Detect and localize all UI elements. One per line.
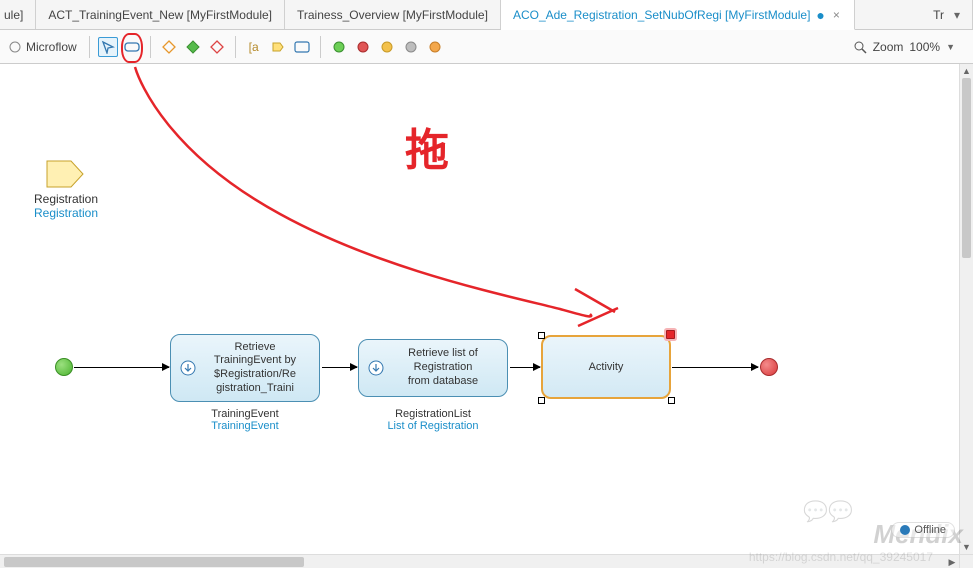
selection-handle[interactable] — [668, 397, 675, 404]
tab-label: Trainess_Overview [MyFirstModule] — [297, 8, 488, 22]
tab-partial-left[interactable]: ule] — [0, 0, 36, 29]
decision-orange-icon[interactable] — [159, 37, 179, 57]
start-event-icon[interactable] — [329, 37, 349, 57]
zoom-label: Zoom — [873, 40, 904, 54]
end-event[interactable] — [760, 358, 778, 376]
status-pill: Offline — [891, 522, 955, 538]
retrieve-icon — [367, 359, 385, 377]
select-tool-icon[interactable] — [98, 37, 118, 57]
flow-arrow[interactable] — [510, 367, 540, 368]
parameter-name: Registration — [20, 192, 112, 206]
retrieve-registrationlist-activity[interactable]: Retrieve list of Registration from datab… — [358, 339, 508, 397]
selection-handle-error[interactable] — [666, 330, 675, 339]
zoom-control[interactable]: Zoom 100% ▼ — [853, 40, 969, 54]
activity-text: Registration — [389, 361, 497, 375]
activity-text: Retrieve list of — [389, 347, 497, 361]
decision-red-icon[interactable] — [207, 37, 227, 57]
activity-text: $Registration/Re — [201, 368, 309, 382]
output-name: RegistrationList — [358, 404, 508, 420]
decision-green-icon[interactable] — [183, 37, 203, 57]
parameter-tool-icon[interactable] — [268, 37, 288, 57]
error-event-icon[interactable] — [377, 37, 397, 57]
wechat-icon: 💬💬 — [803, 499, 853, 524]
modified-dot-icon: ● — [816, 7, 824, 23]
flow-arrow[interactable] — [74, 367, 169, 368]
activity-output-labels: TrainingEvent TrainingEvent — [170, 404, 320, 432]
scrollbar-corner — [959, 554, 973, 568]
flow-arrow[interactable] — [672, 367, 758, 368]
parameter-shape[interactable] — [45, 159, 85, 189]
tab-act-trainingevent[interactable]: ACT_TrainingEvent_New [MyFirstModule] — [36, 0, 285, 29]
annotation-tool-icon[interactable]: [a — [244, 37, 264, 57]
vertical-scrollbar[interactable]: ▲ ▼ — [959, 64, 973, 554]
zoom-value: 100% — [909, 40, 940, 54]
tab-partial-right[interactable]: Tr ▾ — [855, 0, 973, 29]
separator — [320, 36, 321, 58]
end-event-icon[interactable] — [353, 37, 373, 57]
chevron-down-icon[interactable]: ▾ — [954, 8, 960, 22]
annotation-text: 拖 — [405, 114, 447, 178]
status-text: Offline — [914, 524, 946, 536]
activity-text: TrainingEvent by — [201, 354, 309, 368]
scroll-right-icon[interactable]: ▶ — [945, 555, 959, 569]
loop-tool-icon[interactable] — [292, 37, 312, 57]
break-event-icon[interactable] — [425, 37, 445, 57]
activity-output-labels: RegistrationList List of Registration — [358, 404, 508, 432]
zoom-icon — [853, 40, 867, 54]
tabs-bar: ule] ACT_TrainingEvent_New [MyFirstModul… — [0, 0, 973, 30]
microflow-icon — [8, 40, 22, 54]
separator — [89, 36, 90, 58]
output-name: TrainingEvent — [170, 404, 320, 420]
toolbar: Microflow [a Zoom 100% ▼ — [0, 30, 973, 64]
close-icon[interactable]: × — [831, 8, 842, 22]
parameter-labels: Registration Registration — [20, 192, 112, 220]
activity-text: gistration_Traini — [201, 382, 309, 396]
continue-event-icon[interactable] — [401, 37, 421, 57]
watermark-url: https://blog.csdn.net/qq_39245017 — [749, 550, 933, 564]
selection-handle[interactable] — [538, 332, 545, 339]
activity-text: Activity — [589, 361, 624, 373]
selection-handle[interactable] — [538, 397, 545, 404]
start-event[interactable] — [55, 358, 73, 376]
tab-label: ACT_TrainingEvent_New [MyFirstModule] — [48, 8, 272, 22]
separator — [150, 36, 151, 58]
scrollbar-thumb[interactable] — [962, 78, 971, 258]
flow-arrow[interactable] — [322, 367, 357, 368]
output-type: TrainingEvent — [170, 420, 320, 432]
tab-trainess-overview[interactable]: Trainess_Overview [MyFirstModule] — [285, 0, 501, 29]
new-activity[interactable]: Activity — [541, 335, 671, 399]
tab-label: Tr — [933, 8, 944, 22]
retrieve-trainingevent-activity[interactable]: Retrieve TrainingEvent by $Registration/… — [170, 334, 320, 402]
retrieve-icon — [179, 359, 197, 377]
tab-aco-ade-registration[interactable]: ACO_Ade_Registration_SetNubOfRegi [MyFir… — [501, 0, 855, 30]
output-type: List of Registration — [358, 420, 508, 432]
activity-text: Retrieve — [201, 341, 309, 355]
status-dot-icon — [900, 525, 910, 535]
microflow-label: Microflow — [4, 40, 81, 54]
annotation-arrow — [0, 64, 959, 554]
parameter-type: Registration — [20, 206, 112, 220]
scroll-up-icon[interactable]: ▲ — [960, 64, 973, 78]
activity-text: from database — [389, 375, 497, 389]
separator — [235, 36, 236, 58]
microflow-canvas[interactable]: Registration Registration Retrieve Train… — [0, 64, 959, 554]
chevron-down-icon[interactable]: ▼ — [946, 42, 955, 52]
tab-label: ule] — [4, 8, 23, 22]
activity-tool-icon[interactable] — [122, 37, 142, 57]
scrollbar-thumb[interactable] — [4, 557, 304, 567]
tab-label: ACO_Ade_Registration_SetNubOfRegi [MyFir… — [513, 8, 810, 22]
